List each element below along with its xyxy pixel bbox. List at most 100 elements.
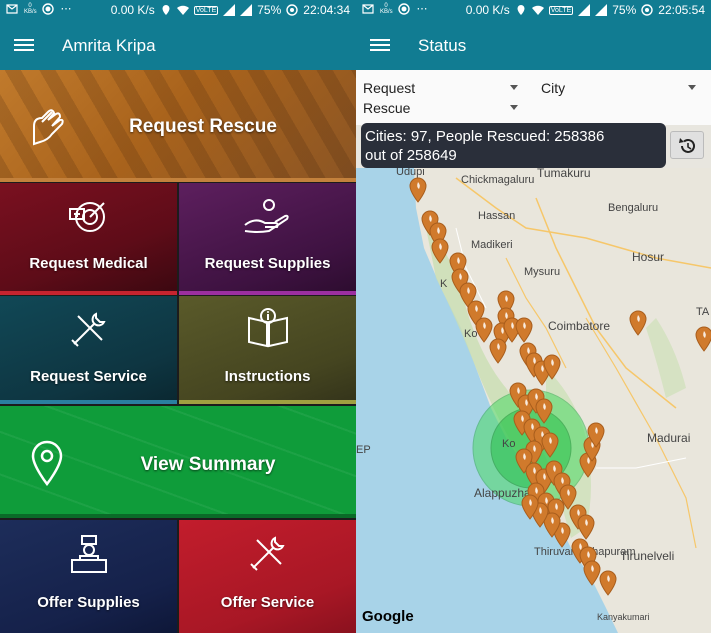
request-medical-label: Request Medical — [29, 255, 148, 272]
location-icon — [160, 4, 172, 16]
map-label: Madikeri — [471, 239, 513, 251]
request-rescue-label: Request Rescue — [129, 116, 277, 137]
request-service-label: Request Service — [30, 368, 147, 385]
volte-badge: VoLTE — [193, 5, 219, 15]
tile-divider — [0, 291, 177, 295]
offer-service-tile[interactable]: Offer Service — [179, 520, 356, 633]
category-dropdown[interactable]: Rescue — [363, 100, 518, 118]
tile-divider — [0, 514, 356, 518]
tile-divider — [0, 178, 356, 182]
map-label: Bengaluru — [608, 202, 659, 214]
chevron-down-icon — [510, 85, 518, 90]
map-label: Coimbatore — [548, 319, 611, 333]
tools-icon — [247, 534, 287, 574]
view-summary-label: View Summary — [140, 454, 276, 475]
menu-icon[interactable] — [14, 36, 34, 56]
map-marker-pin[interactable] — [629, 310, 647, 336]
battery-saver-icon — [641, 4, 653, 16]
app-bar: Status — [356, 22, 711, 70]
map-view[interactable]: Udupi Chickmagaluru Tumakuru Hassan Beng… — [356, 168, 711, 633]
tile-divider — [179, 400, 356, 404]
type-dropdown[interactable]: Request — [363, 80, 518, 98]
map-label: Tumakuru — [537, 168, 591, 180]
data-rate-icon: 0 KB/s — [24, 3, 37, 15]
tile-divider — [0, 400, 177, 404]
wifi-icon — [531, 4, 544, 16]
summary-line-2: out of 258649 — [365, 147, 457, 164]
map-label: Ko — [502, 438, 516, 450]
offer-service-label: Offer Service — [220, 594, 315, 611]
gmail-icon — [6, 3, 18, 15]
offer-supplies-tile[interactable]: Offer Supplies — [0, 520, 177, 633]
request-supplies-tile[interactable]: Request Supplies — [179, 183, 356, 295]
battery-percent: 75% — [257, 3, 282, 17]
book-info-icon — [247, 308, 289, 348]
signal-icon-2 — [240, 4, 253, 16]
map-marker-pin[interactable] — [543, 354, 561, 380]
clock: 22:05:54 — [658, 3, 705, 17]
chevron-down-icon — [510, 105, 518, 110]
menu-icon[interactable] — [370, 36, 390, 56]
city-dropdown-value: City — [541, 80, 566, 96]
map-marker-pin[interactable] — [431, 238, 449, 264]
tile-divider — [179, 291, 356, 295]
map-marker-pin[interactable] — [577, 514, 595, 540]
left-screen: 0 KB/s ⋯ 0.00 K/s VoLTE 75% 22:04:34 Amr… — [0, 0, 356, 633]
more-icon: ⋯ — [416, 3, 428, 15]
delivery-icon — [70, 534, 108, 574]
battery-saver-icon — [286, 4, 298, 16]
signal-icon — [578, 4, 591, 16]
history-icon — [679, 138, 695, 153]
right-screen: 0 KB/s ⋯ 0.00 K/s VoLTE 75% 22:05:54 Sta… — [356, 0, 711, 633]
filter-bar: Request City Rescue — [356, 70, 711, 125]
map-label: Hassan — [478, 210, 516, 222]
more-icon: ⋯ — [60, 3, 72, 15]
signal-icon — [223, 4, 236, 16]
page-title: Status — [418, 36, 467, 55]
city-dropdown[interactable]: City — [541, 80, 696, 98]
reset-button[interactable] — [670, 131, 704, 159]
data-rate-icon: 0 KB/s — [380, 3, 393, 15]
network-speed: 0.00 K/s — [110, 3, 155, 17]
offer-supplies-label: Offer Supplies — [37, 594, 140, 611]
record-icon — [398, 3, 410, 15]
network-speed: 0.00 K/s — [465, 3, 510, 17]
status-bar: 0 KB/s ⋯ 0.00 K/s VoLTE 75% — [356, 0, 711, 22]
map-label: Kanyakumari — [597, 612, 650, 622]
summary-info-box: Cities: 97, People Rescued: 258386 out o… — [361, 123, 666, 168]
map-marker-pin[interactable] — [409, 177, 427, 203]
map-marker-pin[interactable] — [599, 570, 617, 596]
status-bar: 0 KB/s ⋯ 0.00 K/s VoLTE 75% — [0, 0, 356, 22]
battery-percent: 75% — [612, 3, 637, 17]
map-label: Mysuru — [524, 266, 561, 278]
signal-icon-2 — [595, 4, 608, 16]
type-dropdown-value: Request — [363, 80, 416, 96]
request-medical-tile[interactable]: Request Medical — [0, 183, 177, 295]
map-marker-pin[interactable] — [587, 422, 605, 448]
volte-badge: VoLTE — [548, 5, 574, 15]
instructions-tile[interactable]: Instructions — [179, 296, 356, 404]
wifi-icon — [176, 4, 189, 16]
category-dropdown-value: Rescue — [363, 100, 411, 116]
map-label: K — [440, 278, 448, 290]
map-marker-pin[interactable] — [515, 317, 533, 343]
supplies-hand-icon — [243, 197, 291, 237]
location-icon — [515, 4, 527, 16]
tools-icon — [68, 310, 108, 350]
clock: 22:04:34 — [303, 3, 350, 17]
view-summary-tile[interactable]: View Summary — [0, 406, 356, 518]
map-marker-pin[interactable] — [541, 432, 559, 458]
app-bar: Amrita Kripa — [0, 22, 356, 70]
record-icon — [42, 3, 54, 15]
map-marker-pin[interactable] — [521, 494, 539, 520]
request-service-tile[interactable]: Request Service — [0, 296, 177, 404]
map-label: Madurai — [647, 431, 691, 445]
google-logo: Google — [362, 608, 414, 625]
app-title: Amrita Kripa — [62, 36, 156, 55]
map-label: Chickmagaluru — [461, 174, 535, 186]
request-supplies-label: Request Supplies — [204, 255, 331, 272]
instructions-label: Instructions — [224, 368, 311, 385]
map-marker-pin[interactable] — [695, 326, 711, 352]
map-label: TA — [696, 306, 710, 318]
request-rescue-tile[interactable]: Request Rescue — [0, 70, 356, 182]
